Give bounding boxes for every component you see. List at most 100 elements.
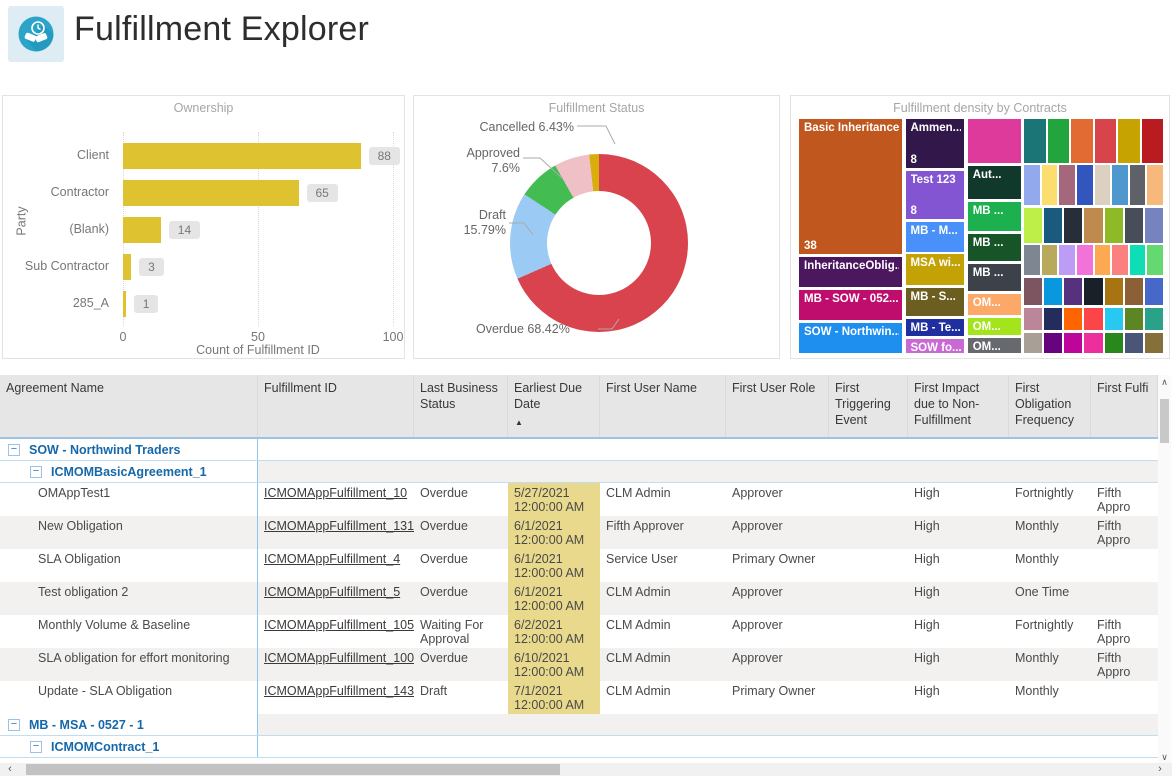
treemap-tile-mb-s-[interactable]: MB - S... — [905, 287, 966, 317]
treemap-tile-aut-[interactable]: Aut... — [967, 165, 1022, 200]
treemap-tile-sow-fo-[interactable]: SOW fo... — [905, 338, 966, 354]
collapse-icon[interactable]: − — [30, 466, 42, 478]
treemap-tile[interactable] — [1070, 118, 1093, 164]
scroll-up-icon[interactable]: ∧ — [1158, 375, 1171, 389]
treemap-tile[interactable] — [1129, 244, 1147, 275]
scroll-right-icon[interactable]: › — [1152, 763, 1168, 776]
treemap-tile[interactable] — [1094, 244, 1112, 275]
treemap-tile-inheritanceoblig-[interactable]: InheritanceOblig... — [798, 256, 903, 288]
column-header-fulfillment-id[interactable]: Fulfillment ID — [258, 375, 414, 437]
horizontal-scrollbar[interactable]: ‹ › — [0, 763, 1172, 776]
column-header-first-impact-due-to-non-fulfillment[interactable]: First Impact due to Non-Fulfillment — [908, 375, 1009, 437]
treemap-tile[interactable] — [1104, 277, 1124, 306]
treemap-tile[interactable] — [1063, 332, 1083, 354]
treemap-tile-mb-[interactable]: MB ... — [967, 233, 1022, 262]
treemap-tile[interactable] — [967, 118, 1022, 164]
fulfillment-id-link[interactable]: ICMOMAppFulfillment_143 — [264, 684, 414, 698]
fulfillment-id-link[interactable]: ICMOMAppFulfillment_105 — [264, 618, 414, 632]
treemap-tile[interactable] — [1023, 332, 1043, 354]
vertical-scroll-thumb[interactable] — [1160, 399, 1169, 443]
column-header-earliest-due-date[interactable]: Earliest Due Date▲ — [508, 375, 600, 437]
treemap-tile[interactable] — [1144, 277, 1164, 306]
treemap-tile-test-123[interactable]: Test 1238 — [905, 170, 966, 221]
treemap-tile[interactable] — [1023, 164, 1041, 206]
treemap-tile[interactable] — [1058, 164, 1076, 206]
treemap-tile[interactable] — [1063, 307, 1083, 332]
treemap-tile[interactable] — [1124, 332, 1144, 354]
bar-Sub Contractor[interactable] — [123, 254, 131, 280]
treemap-tile[interactable] — [1043, 307, 1063, 332]
treemap-tile[interactable] — [1094, 118, 1117, 164]
treemap-tile[interactable] — [1023, 118, 1046, 164]
treemap-tile[interactable] — [1076, 164, 1094, 206]
treemap-tile-mb-[interactable]: MB ... — [967, 263, 1022, 292]
treemap-tile[interactable] — [1094, 164, 1112, 206]
treemap-tile-sow-northwin-[interactable]: SOW - Northwin... — [798, 322, 903, 354]
treemap-tile[interactable] — [1083, 332, 1103, 354]
treemap-tile[interactable] — [1124, 207, 1144, 244]
column-header-first-triggering-event[interactable]: First Triggering Event — [829, 375, 908, 437]
treemap-tile[interactable] — [1063, 277, 1083, 306]
treemap-tile-om-[interactable]: OM... — [967, 337, 1022, 354]
treemap-tile[interactable] — [1083, 307, 1103, 332]
collapse-icon[interactable]: − — [8, 719, 20, 731]
treemap-tile[interactable] — [1063, 207, 1083, 244]
fulfillment-id-link[interactable]: ICMOMAppFulfillment_100 — [264, 651, 414, 665]
treemap-tile[interactable] — [1047, 118, 1070, 164]
treemap-tile[interactable] — [1144, 207, 1164, 244]
treemap-tile[interactable] — [1043, 277, 1063, 306]
treemap-tile-mb-sow-052-[interactable]: MB - SOW - 052... — [798, 289, 903, 321]
treemap-tile-mb-[interactable]: MB ... — [967, 201, 1022, 232]
treemap-tile[interactable] — [1104, 332, 1124, 354]
treemap-tile-ammen-[interactable]: Ammen...8 — [905, 118, 966, 169]
treemap-tile-om-[interactable]: OM... — [967, 293, 1022, 316]
treemap-tile[interactable] — [1124, 307, 1144, 332]
treemap-tile[interactable] — [1076, 244, 1094, 275]
treemap-tile[interactable] — [1023, 307, 1043, 332]
treemap-tile[interactable] — [1111, 164, 1129, 206]
treemap-tile-basic-inheritance[interactable]: Basic Inheritance38 — [798, 118, 903, 255]
treemap-tile-msa-wi-[interactable]: MSA wi... — [905, 253, 966, 286]
treemap-tile[interactable] — [1041, 244, 1059, 275]
treemap-tile[interactable] — [1041, 164, 1059, 206]
treemap-tile[interactable] — [1104, 307, 1124, 332]
bar-Contractor[interactable] — [123, 180, 299, 206]
treemap-tile[interactable] — [1144, 307, 1164, 332]
fulfillment-id-link[interactable]: ICMOMAppFulfillment_4 — [264, 552, 400, 566]
fulfillment-id-link[interactable]: ICMOMAppFulfillment_10 — [264, 486, 407, 500]
treemap-tile-mb-te-[interactable]: MB - Te... — [905, 318, 966, 336]
treemap-tile[interactable] — [1058, 244, 1076, 275]
treemap-tile[interactable] — [1023, 277, 1043, 306]
treemap-tile[interactable] — [1043, 207, 1063, 244]
treemap-tile[interactable] — [1104, 207, 1124, 244]
vertical-scrollbar[interactable]: ∧ ∨ — [1158, 375, 1171, 764]
treemap-tile[interactable] — [1146, 164, 1164, 206]
treemap-tile[interactable] — [1117, 118, 1140, 164]
sort-ascending-icon[interactable]: ▲ — [515, 415, 523, 431]
treemap-tile[interactable] — [1023, 244, 1041, 275]
column-header-last-business-status[interactable]: Last Business Status — [414, 375, 508, 437]
bar-285_A[interactable] — [123, 291, 126, 317]
column-header-first-fulfi[interactable]: First Fulfi — [1091, 375, 1158, 437]
fulfillment-id-link[interactable]: ICMOMAppFulfillment_131 — [264, 519, 414, 533]
treemap-tile[interactable] — [1111, 244, 1129, 275]
treemap-tile-om-[interactable]: OM... — [967, 317, 1022, 336]
treemap-tile[interactable] — [1129, 164, 1147, 206]
scroll-down-icon[interactable]: ∨ — [1158, 750, 1171, 764]
column-header-first-user-role[interactable]: First User Role — [726, 375, 829, 437]
column-header-first-obligation-frequency[interactable]: First Obligation Frequency — [1009, 375, 1091, 437]
column-header-first-user-name[interactable]: First User Name — [600, 375, 726, 437]
treemap-tile[interactable] — [1083, 207, 1103, 244]
treemap-tile[interactable] — [1141, 118, 1164, 164]
bar-Client[interactable] — [123, 143, 361, 169]
treemap-tile[interactable] — [1124, 277, 1144, 306]
collapse-icon[interactable]: − — [8, 444, 20, 456]
fulfillment-id-link[interactable]: ICMOMAppFulfillment_5 — [264, 585, 400, 599]
treemap-tile-mb-m-[interactable]: MB - M... — [905, 221, 966, 252]
treemap-tile[interactable] — [1146, 244, 1164, 275]
column-header-agreement-name[interactable]: Agreement Name — [0, 375, 258, 437]
collapse-icon[interactable]: − — [30, 741, 42, 753]
treemap-tile[interactable] — [1144, 332, 1164, 354]
bar-(Blank)[interactable] — [123, 217, 161, 243]
scroll-left-icon[interactable]: ‹ — [2, 763, 18, 776]
